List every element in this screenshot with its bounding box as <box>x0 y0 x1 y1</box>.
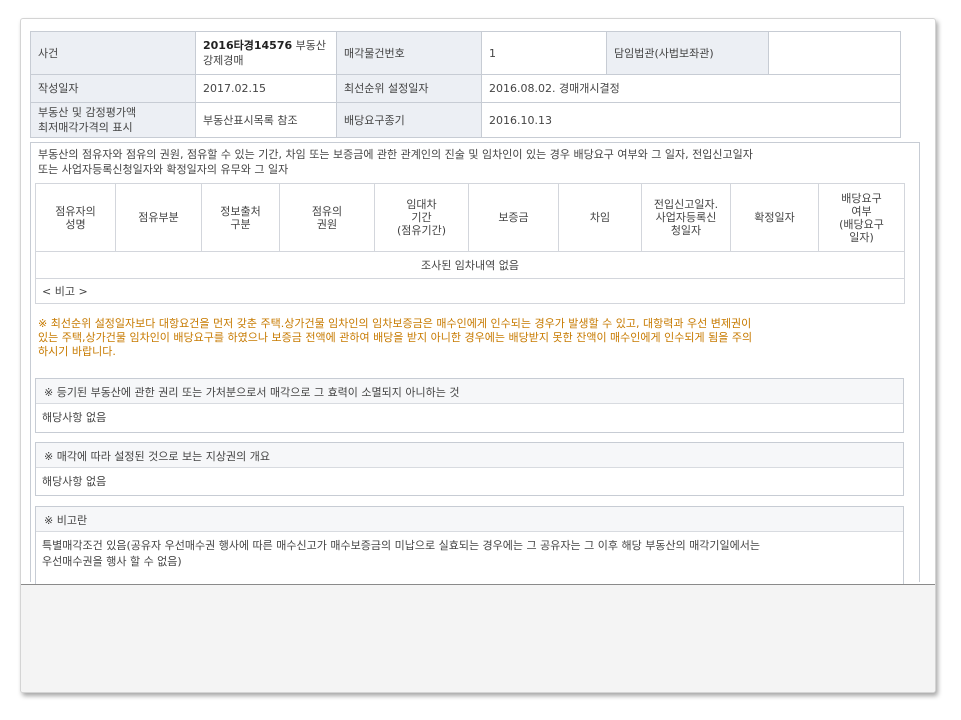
occupancy-header-row: 점유자의 성명 점유부분 정보출처 구분 점유의 권원 임대차 기간 (점유기간) 보증금… <box>35 183 905 252</box>
document-frame: 사건 2016타경14576 부동산강제경매 매각물건번호 1 담임법관(사법보… <box>20 18 936 693</box>
col-occupancy-title: 점유의 권원 <box>279 183 375 252</box>
item-no: 1 <box>481 31 607 75</box>
col-lease-period: 임대차 기간 (점유기간) <box>374 183 469 252</box>
case-type-2: 강제경매 <box>203 54 244 67</box>
section-unextinguished-rights: ※ 등기된 부동산에 관한 권리 또는 가처분으로서 매각으로 그 효력이 소멸… <box>35 378 904 433</box>
occupancy-remark-row: < 비고 > <box>35 278 905 304</box>
label-date: 작성일자 <box>30 74 196 103</box>
section-body: 특별매각조건 있음(공유자 우선매수권 행사에 따른 매수신고가 매수보증금의 … <box>36 532 903 576</box>
judge <box>768 31 901 75</box>
occupancy-title-line-2: 또는 사업자등록신청일자와 확정일자의 유무와 그 일자 <box>38 163 289 176</box>
section-superficies: ※ 매각에 따라 설정된 것으로 보는 지상권의 개요 해당사항 없음 <box>35 442 904 496</box>
remarks-line-1: 특별매각조건 있음(공유자 우선매수권 행사에 따른 매수신고가 매수보증금의 … <box>42 539 761 552</box>
date-row: 작성일자 2017.02.15 최선순위 설정일자 2016.08.02. 경매… <box>30 74 901 103</box>
section-title: ※ 등기된 부동산에 관한 권리 또는 가처분으로서 매각으로 그 효력이 소멸… <box>36 379 903 404</box>
section-remarks: ※ 비고란 특별매각조건 있음(공유자 우선매수권 행사에 따른 매수신고가 매… <box>35 506 904 586</box>
priority-date: 2016.08.02. 경매개시결정 <box>481 74 901 103</box>
label-case: 사건 <box>30 31 196 75</box>
occupancy-title-line-1: 부동산의 점유자와 점유의 권원, 점유할 수 있는 기간, 차임 또는 보증금… <box>38 148 753 161</box>
col-occupant-name: 점유자의 성명 <box>35 183 116 252</box>
col-rent: 차임 <box>558 183 642 252</box>
col-move-in-date: 전입신고일자. 사업자등록신 청일자 <box>641 183 731 252</box>
section-title: ※ 비고란 <box>36 507 903 532</box>
section-title: ※ 매각에 따라 설정된 것으로 보는 지상권의 개요 <box>36 443 903 468</box>
label-price-2: 최저매각가격의 표시 <box>38 121 133 134</box>
written-date: 2017.02.15 <box>195 74 337 103</box>
price-row: 부동산 및 감정평가액 최저매각가격의 표시 부동산표시목록 참조 배당요구종기 … <box>30 102 901 138</box>
occupancy-empty-text: 조사된 임차내역 없음 <box>35 251 905 279</box>
occupancy-empty-row: 조사된 임차내역 없음 <box>35 251 905 279</box>
warning-notice: ※ 최선순위 설정일자보다 대항요건을 먼저 갖춘 주택.상가건물 임차인의 임… <box>38 317 908 359</box>
case-row: 사건 2016타경14576 부동산강제경매 매각물건번호 1 담임법관(사법보… <box>30 31 901 75</box>
case-no: 2016타경14576 <box>203 39 293 52</box>
warning-line-1: ※ 최선순위 설정일자보다 대항요건을 먼저 갖춘 주택.상가건물 임차인의 임… <box>38 317 752 330</box>
section-body: 해당사항 없음 <box>42 475 107 488</box>
case-type-1: 부동산 <box>295 39 326 52</box>
label-judge: 담임법관(사법보좌관) <box>606 31 769 75</box>
label-price: 부동산 및 감정평가액최저매각가격의 표시 <box>30 102 196 138</box>
label-item-no: 매각물건번호 <box>336 31 482 75</box>
col-info-source: 정보출처 구분 <box>201 183 280 252</box>
frame-bottom-panel <box>21 584 935 692</box>
col-fixed-date: 확정일자 <box>730 183 819 252</box>
warning-line-3: 하시기 바랍니다. <box>38 345 116 358</box>
deadline: 2016.10.13 <box>481 102 901 138</box>
price-ref: 부동산표시목록 참조 <box>195 102 337 138</box>
case-number: 2016타경14576 부동산강제경매 <box>195 31 337 75</box>
occupancy-remark: < 비고 > <box>35 278 905 304</box>
section-body: 해당사항 없음 <box>42 411 107 424</box>
occupancy-title: 부동산의 점유자와 점유의 권원, 점유할 수 있는 기간, 차임 또는 보증금… <box>38 147 908 177</box>
occupancy-table: 점유자의 성명 점유부분 정보출처 구분 점유의 권원 임대차 기간 (점유기간) 보증금… <box>35 183 905 304</box>
remarks-line-2: 우선매수권을 행사 할 수 없음) <box>42 555 182 568</box>
label-priority: 최선순위 설정일자 <box>336 74 482 103</box>
col-occupied-part: 점유부분 <box>115 183 202 252</box>
label-deadline: 배당요구종기 <box>336 102 482 138</box>
col-dividend-request: 배당요구 여부 (배당요구 일자) <box>818 183 905 252</box>
label-price-1: 부동산 및 감정평가액 <box>38 106 137 119</box>
col-deposit: 보증금 <box>468 183 559 252</box>
case-info-table: 사건 2016타경14576 부동산강제경매 매각물건번호 1 담임법관(사법보… <box>30 31 901 138</box>
occupancy-section: 부동산의 점유자와 점유의 권원, 점유할 수 있는 기간, 차임 또는 보증금… <box>30 142 920 586</box>
warning-line-2: 있는 주택,상가건물 임차인이 배당요구를 하였으나 보증금 전액에 관하여 배… <box>38 331 753 344</box>
